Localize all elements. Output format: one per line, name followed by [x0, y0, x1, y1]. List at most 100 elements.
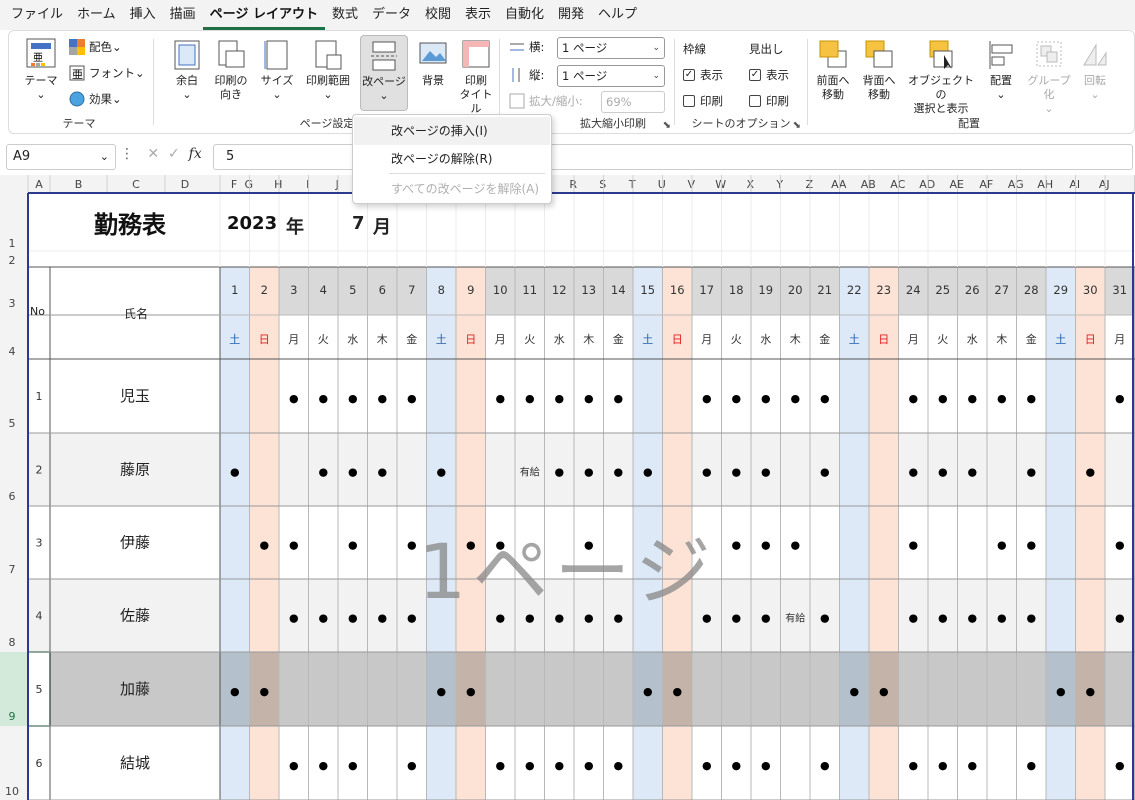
gridlines-view-checkbox[interactable]: ✓ 表示	[683, 67, 723, 83]
menu-tab-5[interactable]: 数式	[325, 0, 365, 30]
day-number: 8	[438, 283, 445, 297]
size-button[interactable]: サイズ ⌄	[257, 39, 297, 102]
bring-forward-button[interactable]: 前面へ 移動	[811, 39, 855, 102]
enter-icon[interactable]: ✓	[168, 146, 180, 162]
print-titles-button[interactable]: 印刷 タイトル	[455, 39, 497, 116]
day-number: 11	[522, 283, 537, 297]
attendance-mark: ●	[761, 539, 771, 552]
weekday-label: 水	[554, 333, 565, 346]
menu-tab-9[interactable]: 自動化	[498, 0, 551, 30]
cancel-icon[interactable]: ✕	[147, 146, 159, 162]
height-label: 縦:	[509, 67, 544, 83]
selected-cell	[544, 652, 574, 726]
size-icon	[264, 40, 288, 70]
headings-view-checkbox[interactable]: ✓ 表示	[749, 67, 789, 83]
menu-tab-7[interactable]: 校閲	[418, 0, 458, 30]
remove-page-break-item[interactable]: 改ページの解除(R)	[354, 145, 550, 173]
height-icon	[512, 68, 520, 82]
row-header-5: 5	[9, 417, 16, 430]
weekday-label: 月	[1114, 333, 1125, 346]
attendance-mark: ●	[938, 466, 948, 479]
attendance-mark: ●	[967, 466, 977, 479]
background-button[interactable]: 背景	[413, 39, 453, 88]
print-area-icon	[315, 40, 342, 70]
align-button[interactable]: 配置 ⌄	[981, 39, 1021, 102]
attendance-mark: ●	[908, 539, 918, 552]
day-number: 28	[1024, 283, 1039, 297]
menu-tab-1[interactable]: ホーム	[70, 0, 123, 30]
weekday-label: 土	[642, 333, 653, 346]
attendance-mark: ●	[672, 685, 682, 698]
svg-text:亜: 亜	[72, 68, 83, 81]
colors-button[interactable]: 配色 ⌄	[69, 39, 122, 55]
selected-cell	[987, 652, 1017, 726]
employee-no: 6	[36, 757, 43, 770]
fonts-button[interactable]: 亜 フォント ⌄	[69, 65, 145, 81]
attendance-mark: ●	[318, 759, 328, 772]
scale-spinner[interactable]: 69%	[601, 91, 665, 113]
attendance-mark: ●	[761, 466, 771, 479]
insert-function-icon[interactable]: fx	[189, 146, 202, 162]
more-icon[interactable]: ⋮	[120, 146, 134, 162]
menu-bar: ファイル ホーム 挿入 描画 ページ レイアウト 数式 データ 校閲 表示 自動化 開発 ヘルプ	[0, 0, 1135, 30]
attendance-mark: ●	[554, 392, 564, 405]
selected-cell	[574, 652, 604, 726]
attendance-mark: ●	[407, 759, 417, 772]
selection-pane-button[interactable]: オブジェクトの 選択と表示	[903, 39, 979, 116]
menu-separator	[389, 173, 545, 174]
group-button[interactable]: グループ化 ⌄	[1023, 39, 1075, 116]
attendance-mark: ●	[731, 392, 741, 405]
selected-cell	[692, 652, 722, 726]
bring-forward-label: 前面へ 移動	[816, 74, 850, 101]
row-header-8: 8	[9, 636, 16, 649]
height-select[interactable]: 1 ページ ⌄	[557, 65, 665, 87]
gridlines-print-checkbox[interactable]: 印刷	[683, 93, 723, 109]
attendance-mark: ●	[1085, 685, 1095, 698]
attendance-mark: ●	[790, 392, 800, 405]
headings-print-checkbox[interactable]: 印刷	[749, 93, 789, 109]
day-number: 7	[408, 283, 415, 297]
menu-tab-10[interactable]: 開発	[551, 0, 591, 30]
margins-button[interactable]: 余白 ⌄	[167, 39, 207, 102]
attendance-mark: ●	[407, 612, 417, 625]
insert-page-break-item[interactable]: 改ページの挿入(I)	[354, 117, 550, 145]
menu-tab-2[interactable]: 挿入	[123, 0, 163, 30]
row-shade	[397, 433, 427, 506]
attendance-mark: ●	[938, 612, 948, 625]
dialog-launcher-icon[interactable]: ⬊	[793, 120, 801, 131]
theme-button[interactable]: 亜 テーマ ⌄	[19, 37, 63, 102]
rotate-button[interactable]: 回転 ⌄	[1077, 39, 1113, 102]
attendance-mark: ●	[820, 466, 830, 479]
orientation-button[interactable]: 印刷の 向き	[209, 39, 253, 102]
day-number: 27	[994, 283, 1009, 297]
attendance-mark: ●	[525, 392, 535, 405]
name-box[interactable]: A9 ⌄	[6, 144, 116, 170]
column-header-AI: AI	[1069, 178, 1080, 191]
column-header-S: S	[599, 178, 606, 191]
print-titles-icon	[462, 40, 490, 68]
menu-tab-3[interactable]: 描画	[163, 0, 203, 30]
width-select[interactable]: 1 ページ ⌄	[557, 37, 665, 59]
column-header-B: B	[75, 178, 83, 191]
column-header-AJ: AJ	[1099, 178, 1110, 191]
formula-input[interactable]: 5	[213, 144, 1133, 170]
menu-tab-6[interactable]: データ	[365, 0, 418, 30]
column-header-V: V	[687, 178, 695, 191]
menu-tab-0[interactable]: ファイル	[4, 0, 70, 30]
menu-tab-11[interactable]: ヘルプ	[591, 0, 644, 30]
worksheet[interactable]: ABCDFGHIJKLMNOPQRSTUVWXYZAAABACADAEAFAGA…	[0, 175, 1135, 800]
effects-label: 効果	[89, 92, 112, 106]
menu-tab-4[interactable]: ページ レイアウト	[202, 3, 325, 30]
send-backward-button[interactable]: 背面へ 移動	[857, 39, 901, 102]
svg-text:亜: 亜	[33, 53, 43, 64]
weekday-label: 日	[672, 333, 683, 346]
dialog-launcher-icon[interactable]: ⬊	[663, 120, 671, 131]
attendance-mark: ●	[761, 759, 771, 772]
breaks-button[interactable]: 改ページ ⌄	[360, 35, 408, 111]
employee-name: 佐藤	[120, 607, 150, 625]
print-area-button[interactable]: 印刷範囲 ⌄	[301, 39, 355, 102]
column-header-G: G	[244, 178, 253, 191]
menu-tab-8[interactable]: 表示	[458, 0, 498, 30]
effects-button[interactable]: 効果 ⌄	[69, 91, 122, 107]
breaks-label: 改ページ	[362, 75, 406, 88]
